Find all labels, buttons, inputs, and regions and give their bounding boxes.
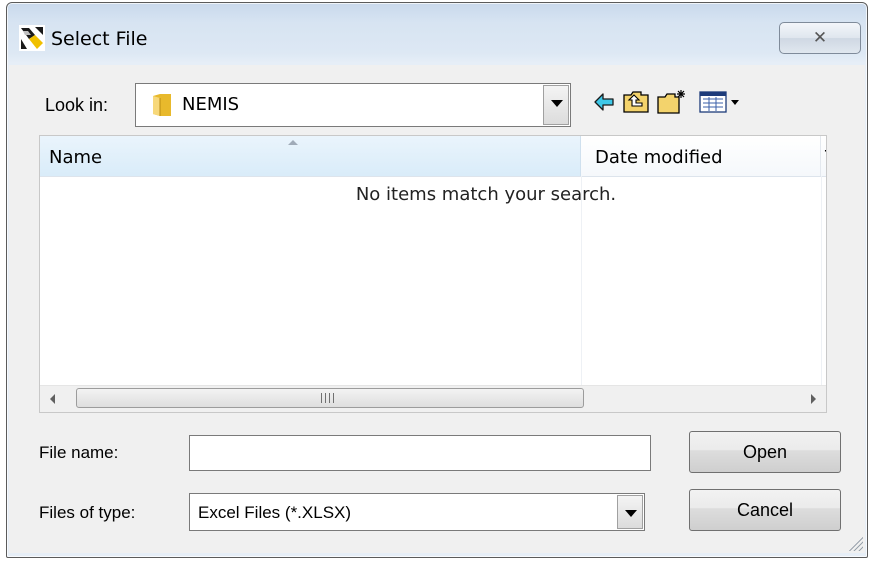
grip-icon bbox=[321, 393, 335, 403]
files-of-type-dropdown[interactable]: Excel Files (*.XLSX) bbox=[189, 493, 645, 531]
close-icon: ✕ bbox=[812, 28, 828, 47]
close-button[interactable]: ✕ bbox=[779, 22, 861, 54]
list-header: Name Date modified Ty bbox=[40, 136, 826, 177]
up-folder-icon[interactable] bbox=[623, 89, 649, 115]
column-divider bbox=[821, 176, 822, 386]
column-header-type[interactable]: Ty bbox=[821, 136, 826, 176]
file-name-label: File name: bbox=[39, 443, 119, 462]
files-of-type-label: Files of type: bbox=[39, 503, 136, 522]
view-menu-icon[interactable] bbox=[699, 89, 745, 115]
look-in-dropdown[interactable]: NEMIS bbox=[135, 83, 571, 127]
title-bar[interactable]: Select File ✕ bbox=[7, 3, 867, 63]
scroll-right-icon[interactable] bbox=[811, 394, 816, 404]
column-header-name[interactable]: Name bbox=[40, 136, 581, 176]
chevron-down-icon bbox=[625, 510, 637, 517]
dialog-title: Select File bbox=[51, 28, 148, 50]
scroll-left-icon[interactable] bbox=[50, 394, 55, 404]
scrollbar-thumb[interactable] bbox=[76, 388, 584, 408]
look-in-label: Look in: bbox=[45, 95, 109, 115]
dialog-body: Look in: NEMIS Name Date modified No ite… bbox=[9, 65, 865, 553]
back-arrow-icon[interactable] bbox=[593, 89, 615, 115]
file-list[interactable]: Name Date modified Ty No items match you… bbox=[39, 135, 827, 413]
column-name-label: Name bbox=[49, 147, 103, 168]
horizontal-scrollbar[interactable] bbox=[40, 385, 826, 412]
cancel-button[interactable]: Cancel bbox=[689, 489, 841, 531]
column-header-date-modified[interactable]: Date modified bbox=[581, 136, 821, 176]
folder-icon bbox=[153, 94, 171, 116]
select-file-dialog: Select File ✕ Look in: NEMIS Name Date m… bbox=[6, 2, 868, 558]
files-of-type-value: Excel Files (*.XLSX) bbox=[198, 503, 352, 522]
app-logo-icon bbox=[19, 25, 45, 51]
column-divider bbox=[581, 176, 582, 386]
chevron-down-icon bbox=[551, 100, 563, 107]
resize-grip-icon[interactable] bbox=[847, 535, 863, 551]
new-folder-icon[interactable] bbox=[657, 89, 687, 115]
file-name-input[interactable] bbox=[189, 435, 651, 471]
look-in-value: NEMIS bbox=[182, 94, 240, 115]
look-in-dropdown-arrow[interactable] bbox=[543, 85, 569, 125]
files-of-type-dropdown-arrow[interactable] bbox=[617, 495, 643, 529]
sort-ascending-icon bbox=[288, 140, 298, 145]
column-date-label: Date modified bbox=[595, 147, 723, 168]
open-button[interactable]: Open bbox=[689, 431, 841, 473]
column-type-label: Ty bbox=[825, 147, 826, 168]
empty-list-message: No items match your search. bbox=[355, 184, 617, 205]
